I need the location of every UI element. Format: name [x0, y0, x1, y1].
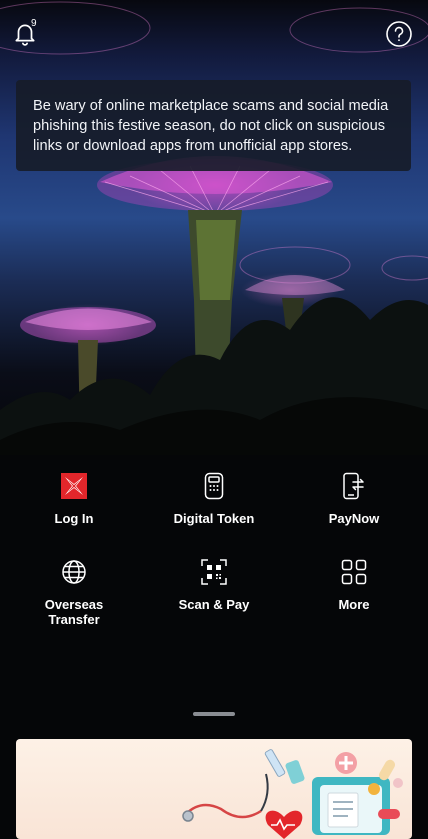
dbs-logo-icon [59, 471, 89, 501]
help-button[interactable] [384, 19, 414, 49]
digital-token-button[interactable]: Digital Token [154, 471, 274, 526]
scam-warning-notice: Be wary of online marketplace scams and … [16, 80, 411, 171]
token-device-icon [199, 471, 229, 501]
paynow-label: PayNow [328, 511, 380, 526]
notification-count-badge: 9 [31, 18, 37, 29]
paynow-button[interactable]: PayNow [294, 471, 414, 526]
login-label: Log In [54, 511, 94, 526]
qr-scan-icon [199, 557, 229, 587]
promo-banner[interactable] [16, 739, 412, 839]
health-illustration [182, 749, 403, 839]
globe-icon [59, 557, 89, 587]
hero-background [0, 0, 428, 455]
phone-transfer-icon [339, 471, 369, 501]
scan-pay-button[interactable]: Scan & Pay [154, 557, 274, 612]
more-button[interactable]: More [294, 557, 414, 612]
question-circle-icon [386, 21, 412, 47]
overseas-transfer-button[interactable]: Overseas Transfer [14, 557, 134, 627]
scan-pay-label: Scan & Pay [178, 597, 250, 612]
overseas-transfer-label: Overseas Transfer [44, 597, 104, 627]
more-label: More [338, 597, 370, 612]
bottom-sheet-drag-handle[interactable] [193, 712, 235, 716]
login-button[interactable]: Log In [14, 471, 134, 526]
digital-token-label: Digital Token [173, 511, 255, 526]
grid-icon [339, 557, 369, 587]
scam-warning-text: Be wary of online marketplace scams and … [33, 98, 389, 154]
